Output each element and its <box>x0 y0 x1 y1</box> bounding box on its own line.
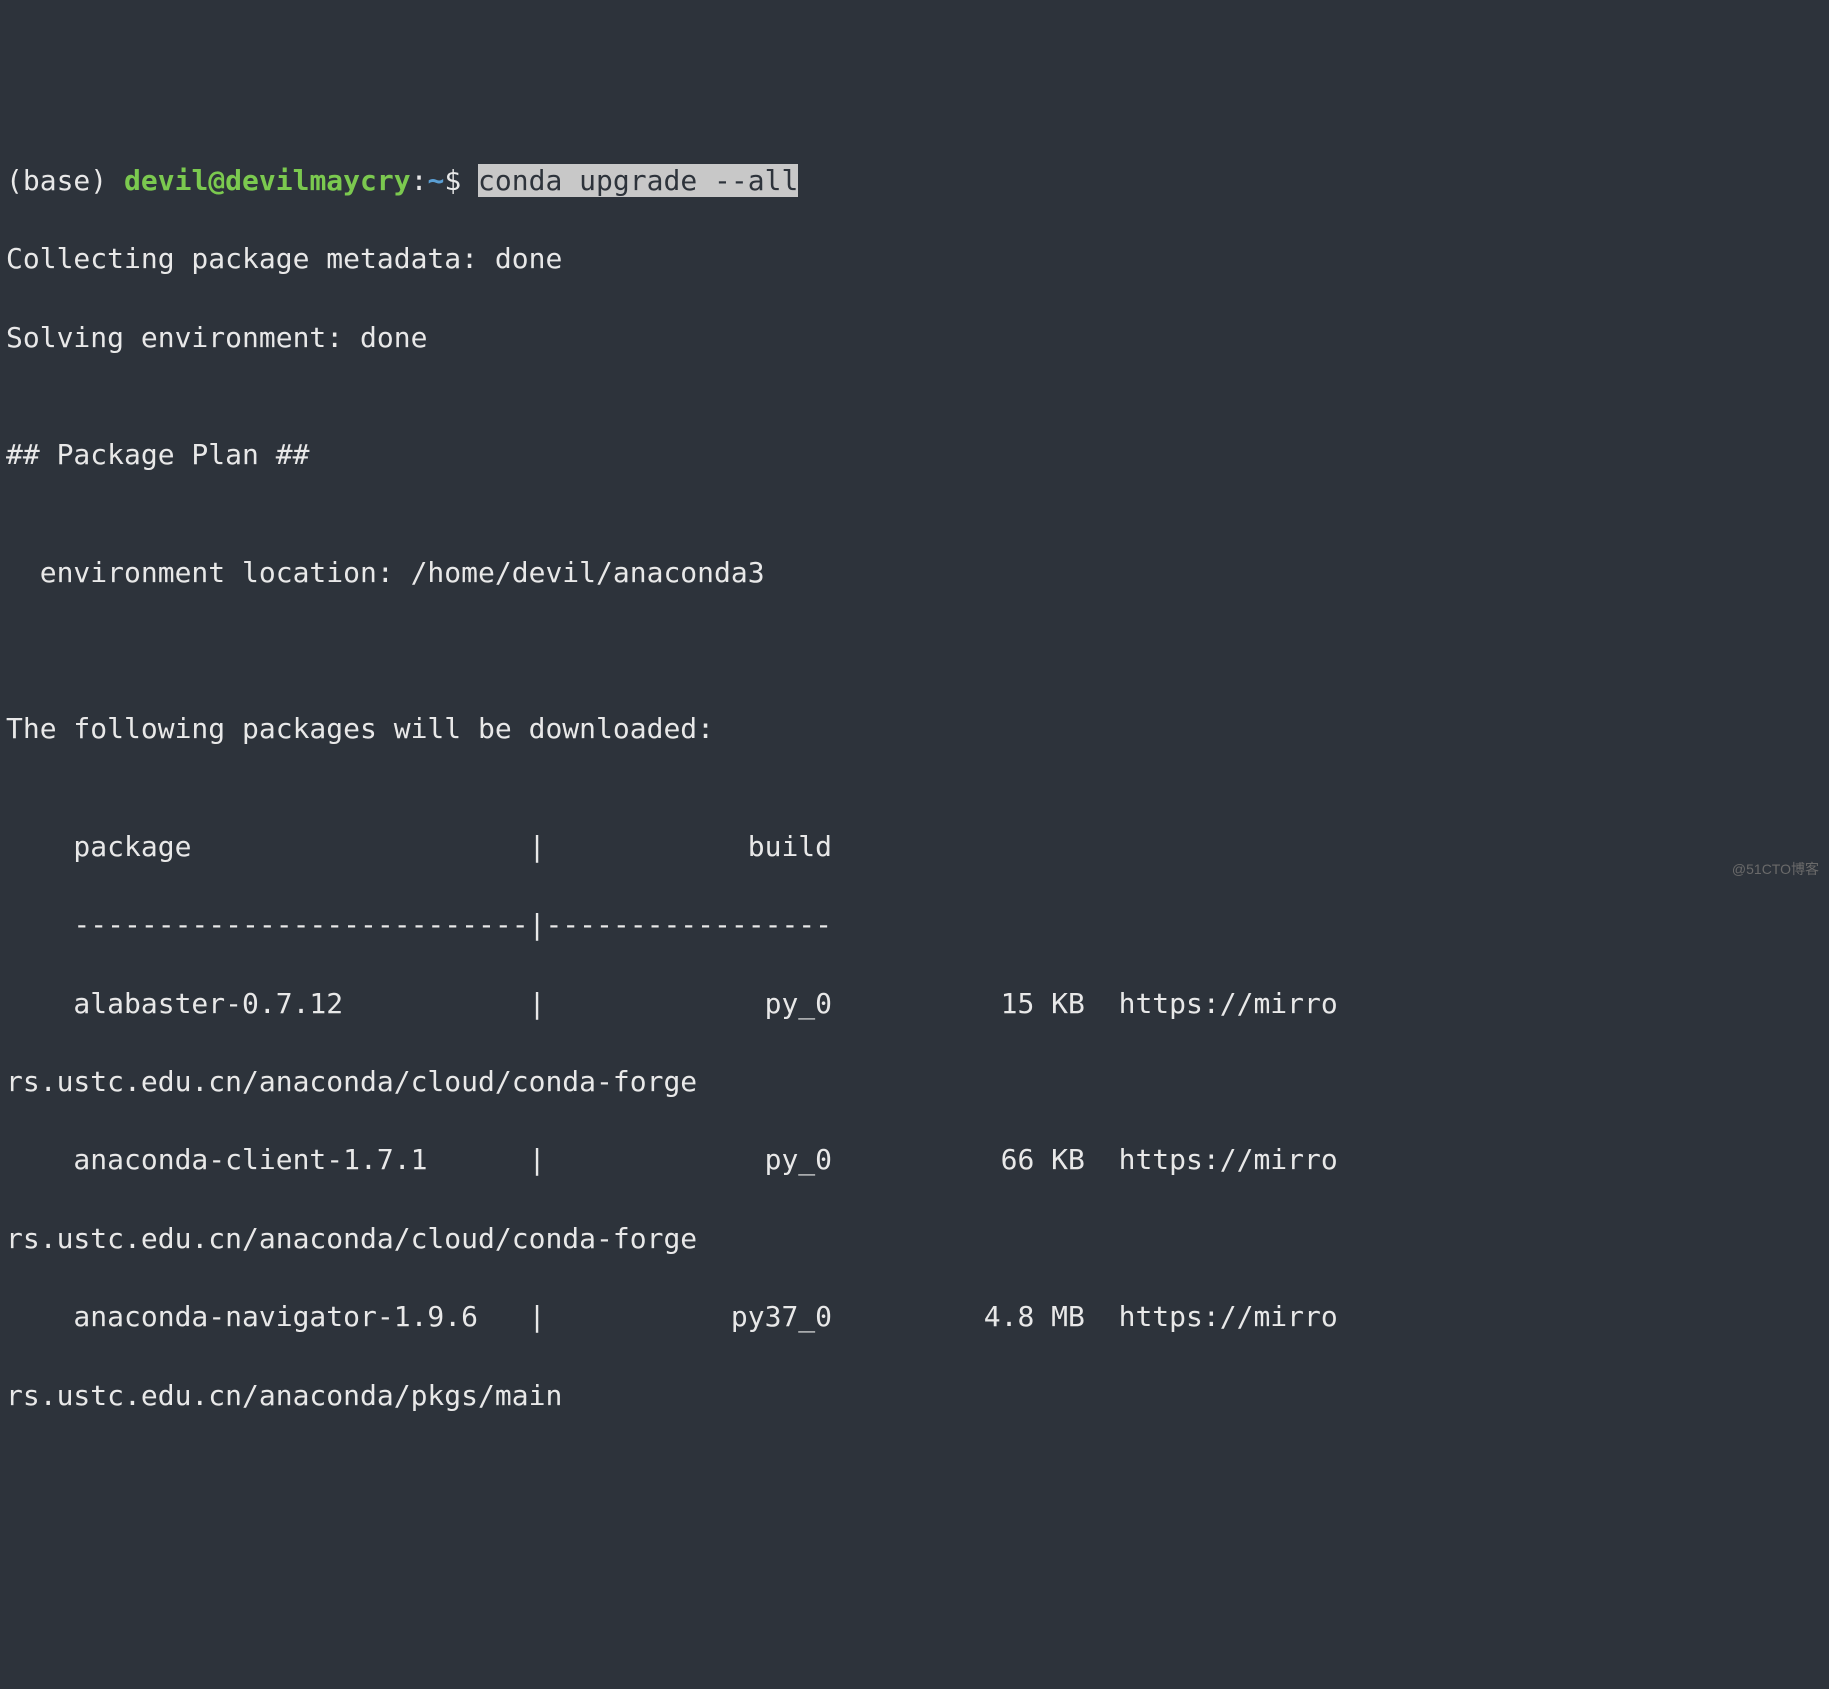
command-text[interactable]: conda upgrade --all <box>478 164 798 197</box>
watermark: @51CTO博客 <box>1732 860 1819 880</box>
prompt-line[interactable]: (base) devil@devilmaycry:~$ conda upgrad… <box>6 161 1823 200</box>
package-row-wrap: rs.ustc.edu.cn/anaconda/cloud/conda-forg… <box>6 1219 1823 1258</box>
output-env-location: environment location: /home/devil/anacon… <box>6 553 1823 592</box>
prompt-dollar: $ <box>444 164 478 197</box>
prompt-user: devil@devilmaycry <box>124 164 411 197</box>
output-download-header: The following packages will be downloade… <box>6 709 1823 748</box>
package-row: anaconda-client-1.7.1 | py_0 66 KB https… <box>6 1140 1823 1179</box>
prompt-path: ~ <box>427 164 444 197</box>
table-divider: ---------------------------|------------… <box>6 905 1823 944</box>
package-row: alabaster-0.7.12 | py_0 15 KB https://mi… <box>6 984 1823 1023</box>
package-row-wrap: rs.ustc.edu.cn/anaconda/cloud/conda-forg… <box>6 1062 1823 1101</box>
output-collecting: Collecting package metadata: done <box>6 239 1823 278</box>
package-row-wrap: rs.ustc.edu.cn/anaconda/pkgs/main <box>6 1376 1823 1415</box>
output-solving: Solving environment: done <box>6 318 1823 357</box>
package-row: anaconda-navigator-1.9.6 | py37_0 4.8 MB… <box>6 1297 1823 1336</box>
output-plan-header: ## Package Plan ## <box>6 435 1823 474</box>
table-header: package | build <box>6 827 1823 866</box>
prompt-colon: : <box>411 164 428 197</box>
prompt-base: (base) <box>6 164 124 197</box>
